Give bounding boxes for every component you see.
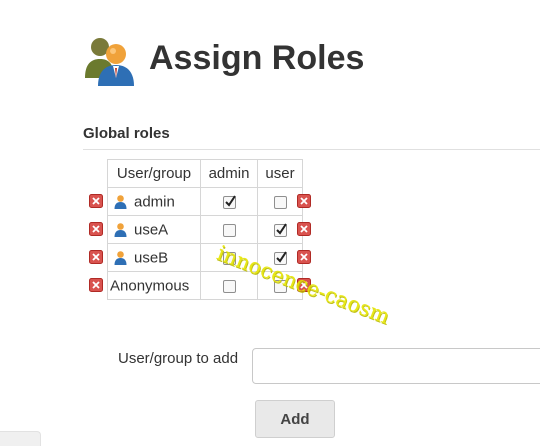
- red-x-delete-icon: [89, 194, 103, 208]
- row-name: useA: [134, 221, 169, 239]
- column-header-admin: admin: [200, 159, 258, 188]
- delete-row-button[interactable]: [297, 194, 311, 208]
- delete-row-button[interactable]: [297, 278, 311, 292]
- row-name: Anonymous: [110, 277, 190, 295]
- row-admin-cell: [200, 215, 258, 244]
- global-roles-table: User/group admin user admin useA useB An…: [107, 159, 303, 300]
- section-divider: [83, 149, 540, 150]
- red-x-delete-icon: [297, 250, 311, 264]
- column-header-user: user: [257, 159, 303, 188]
- delete-row-button[interactable]: [89, 194, 103, 208]
- page-title: Assign Roles: [149, 39, 365, 77]
- delete-row-button[interactable]: [297, 250, 311, 264]
- row-user-cell: [257, 215, 303, 244]
- row-name-cell: Anonymous: [107, 271, 201, 300]
- red-x-delete-icon: [89, 278, 103, 292]
- add-button[interactable]: Add: [255, 400, 335, 438]
- red-x-delete-icon: [297, 222, 311, 236]
- red-x-delete-icon: [297, 278, 311, 292]
- row-user-cell: [257, 271, 303, 300]
- delete-row-button[interactable]: [89, 250, 103, 264]
- delete-row-button[interactable]: [89, 222, 103, 236]
- row-name: useB: [134, 249, 169, 267]
- delete-row-button[interactable]: [89, 278, 103, 292]
- row-name-cell: admin: [107, 187, 201, 216]
- row-name: admin: [134, 193, 175, 211]
- red-x-delete-icon: [89, 222, 103, 236]
- user-icon: [113, 194, 128, 210]
- section-title-global-roles: Global roles: [83, 125, 170, 142]
- user-role-checkbox[interactable]: [273, 250, 287, 265]
- table-row: useA: [107, 215, 303, 244]
- user-group-to-add-input[interactable]: [252, 348, 540, 384]
- row-name-cell: useB: [107, 243, 201, 272]
- column-header-user-group: User/group: [107, 159, 201, 188]
- user-icon: [113, 250, 128, 266]
- user-group-to-add-label: User/group to add: [118, 350, 239, 367]
- admin-role-checkbox[interactable]: [222, 194, 236, 209]
- row-admin-cell: [200, 187, 258, 216]
- red-x-delete-icon: [89, 250, 103, 264]
- user-role-checkbox[interactable]: [273, 279, 287, 293]
- table-row: Anonymous: [107, 271, 303, 300]
- table-row: useB: [107, 243, 303, 272]
- admin-role-checkbox[interactable]: [222, 223, 236, 237]
- row-user-cell: [257, 243, 303, 272]
- row-admin-cell: [200, 243, 258, 272]
- assign-roles-users-icon: [83, 34, 139, 90]
- red-x-delete-icon: [297, 194, 311, 208]
- row-admin-cell: [200, 271, 258, 300]
- table-header-row: User/group admin user: [107, 159, 303, 188]
- corner-tab: [0, 431, 41, 446]
- admin-role-checkbox[interactable]: [222, 279, 236, 293]
- user-role-checkbox[interactable]: [273, 222, 287, 237]
- row-user-cell: [257, 187, 303, 216]
- delete-row-button[interactable]: [297, 222, 311, 236]
- table-row: admin: [107, 187, 303, 216]
- admin-role-checkbox[interactable]: [222, 251, 236, 265]
- row-name-cell: useA: [107, 215, 201, 244]
- user-role-checkbox[interactable]: [273, 195, 287, 209]
- user-icon: [113, 222, 128, 238]
